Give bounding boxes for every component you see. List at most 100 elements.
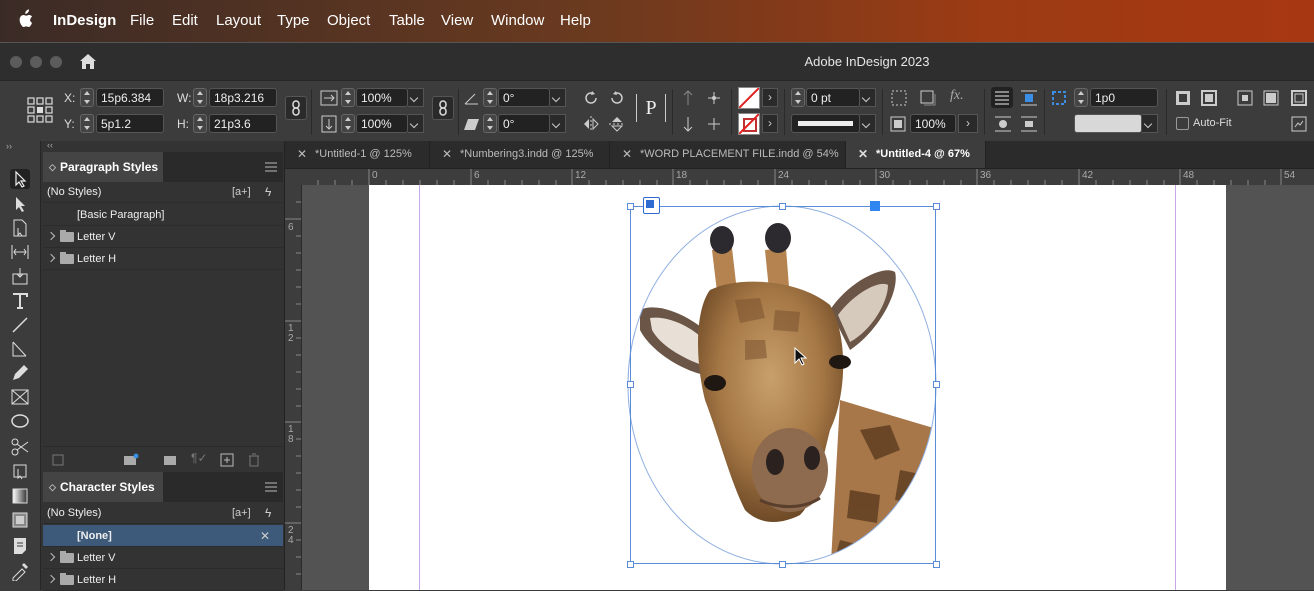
note-tool-icon[interactable] bbox=[10, 536, 30, 556]
resize-handle-bottom-right[interactable] bbox=[933, 561, 940, 568]
collapse-toolbar-icon[interactable]: ›› bbox=[6, 141, 12, 151]
rotate-dropdown[interactable] bbox=[550, 88, 566, 107]
center-content-icon[interactable] bbox=[1236, 89, 1254, 107]
fill-swatch[interactable] bbox=[738, 87, 760, 109]
stroke-swatch-menu-button[interactable]: › bbox=[762, 114, 778, 133]
auto-fit-checkbox[interactable] bbox=[1176, 117, 1189, 130]
list-item[interactable]: [None] ✕ bbox=[43, 525, 283, 547]
stroke-weight-stepper[interactable] bbox=[791, 88, 805, 107]
gap-tool-icon[interactable] bbox=[10, 242, 30, 262]
gradient-feather-tool-icon[interactable] bbox=[10, 510, 30, 530]
line-tool-icon[interactable] bbox=[10, 315, 30, 335]
resize-handle-left[interactable] bbox=[627, 381, 634, 388]
type-tool-icon[interactable] bbox=[10, 291, 30, 311]
frame-fitting-dropdown[interactable] bbox=[1142, 114, 1158, 133]
content-grabber-icon[interactable] bbox=[643, 197, 660, 214]
w-stepper[interactable] bbox=[193, 88, 207, 107]
select-next-object-icon[interactable] bbox=[705, 115, 723, 133]
text-wrap-bounding-icon[interactable] bbox=[1020, 89, 1038, 107]
frame-fitting-field[interactable] bbox=[1074, 114, 1142, 133]
expand-chevron-icon[interactable] bbox=[46, 552, 56, 562]
constrain-proportions-button[interactable] bbox=[285, 96, 307, 120]
selection-bounding-box[interactable] bbox=[630, 206, 936, 564]
list-item[interactable]: Letter H bbox=[43, 569, 283, 591]
close-tab-icon[interactable]: ✕ bbox=[297, 141, 307, 168]
new-group-folder-icon[interactable] bbox=[123, 453, 139, 467]
panel-menu-icon[interactable] bbox=[265, 482, 277, 492]
stroke-swatch[interactable] bbox=[738, 113, 760, 135]
doc-tab-numbering3[interactable]: ✕ *Numbering3.indd @ 125% bbox=[430, 141, 610, 168]
menu-layout[interactable]: Layout bbox=[216, 12, 261, 29]
y-field[interactable]: 5p1.2 bbox=[96, 114, 164, 133]
edit-style-icon[interactable]: ✕ bbox=[260, 525, 270, 547]
panel-menu-icon[interactable] bbox=[265, 162, 277, 172]
w-field[interactable]: 18p3.216 bbox=[209, 88, 277, 107]
h-field[interactable]: 21p3.6 bbox=[209, 114, 277, 133]
close-tab-icon[interactable]: ✕ bbox=[858, 141, 868, 168]
clear-overrides-icon[interactable]: ¶✓ bbox=[191, 451, 208, 465]
fit-content-proportionally-icon[interactable] bbox=[1290, 89, 1308, 107]
list-item[interactable]: Letter H bbox=[43, 248, 283, 270]
folder-icon[interactable] bbox=[163, 453, 177, 467]
rotate-clockwise-icon[interactable] bbox=[582, 89, 600, 107]
create-style-from-selection-icon[interactable]: [a+] bbox=[232, 502, 251, 524]
live-corners-handle[interactable] bbox=[870, 201, 880, 211]
menu-table[interactable]: Table bbox=[389, 12, 425, 29]
doc-tab-untitled-4[interactable]: ✕ *Untitled-4 @ 67% bbox=[846, 141, 986, 168]
menu-type[interactable]: Type bbox=[277, 12, 310, 29]
paragraph-p-icon[interactable]: P bbox=[636, 94, 666, 122]
pencil-tool-icon[interactable] bbox=[10, 363, 30, 383]
stroke-type-field[interactable] bbox=[791, 114, 860, 133]
trash-icon[interactable] bbox=[247, 453, 261, 467]
content-collector-icon[interactable] bbox=[10, 266, 30, 286]
scale-y-field[interactable]: 100% bbox=[356, 114, 408, 133]
gutter-stepper[interactable] bbox=[1074, 88, 1088, 107]
resize-handle-top-right[interactable] bbox=[933, 203, 940, 210]
y-stepper[interactable] bbox=[80, 114, 94, 133]
reference-point-icon[interactable] bbox=[27, 97, 53, 123]
shear-stepper[interactable] bbox=[483, 114, 497, 133]
vertical-ruler[interactable]: 6 1 2 1 8 2 4 bbox=[285, 185, 302, 590]
collapse-panels-icon[interactable]: ‹‹ bbox=[47, 140, 53, 150]
constrain-scale-button[interactable] bbox=[432, 96, 454, 120]
expand-chevron-icon[interactable] bbox=[46, 231, 56, 241]
paragraph-styles-tab[interactable]: ◇ Paragraph Styles bbox=[43, 152, 163, 182]
scale-x-dropdown[interactable] bbox=[408, 88, 424, 107]
resize-handle-top[interactable] bbox=[779, 203, 786, 210]
select-previous-object-icon[interactable] bbox=[705, 89, 723, 107]
menu-help[interactable]: Help bbox=[560, 12, 591, 29]
scale-y-stepper[interactable] bbox=[341, 114, 355, 133]
menu-edit[interactable]: Edit bbox=[172, 12, 198, 29]
resize-handle-bottom[interactable] bbox=[779, 561, 786, 568]
menu-view[interactable]: View bbox=[441, 12, 473, 29]
content-aware-fit-icon[interactable] bbox=[1290, 115, 1308, 133]
select-content-icon[interactable] bbox=[679, 115, 697, 133]
menu-object[interactable]: Object bbox=[327, 12, 370, 29]
rotate-field[interactable]: 0° bbox=[498, 88, 550, 107]
close-tab-icon[interactable]: ✕ bbox=[622, 141, 632, 168]
doc-tab-word-placement[interactable]: ✕ *WORD PLACEMENT FILE.indd @ 54% bbox=[610, 141, 846, 168]
gutter-field[interactable]: 1p0 bbox=[1090, 88, 1158, 107]
page-tool-icon[interactable] bbox=[10, 218, 30, 238]
opacity-field[interactable]: 100% bbox=[910, 114, 956, 133]
direct-selection-icon[interactable] bbox=[10, 194, 30, 214]
shear-dropdown[interactable] bbox=[550, 114, 566, 133]
scale-x-stepper[interactable] bbox=[341, 88, 355, 107]
corner-options-icon[interactable] bbox=[890, 89, 908, 107]
flip-vertical-icon[interactable] bbox=[608, 115, 626, 133]
selection-tool[interactable] bbox=[10, 169, 30, 189]
load-styles-icon[interactable] bbox=[51, 453, 65, 467]
rotate-stepper[interactable] bbox=[483, 88, 497, 107]
text-wrap-none-button[interactable] bbox=[991, 87, 1013, 108]
menu-file[interactable]: File bbox=[130, 12, 154, 29]
horizontal-ruler[interactable]: 0 6 12 18 24 30 36 42 48 54 bbox=[285, 169, 1314, 186]
x-field[interactable]: 15p6.384 bbox=[96, 88, 164, 107]
h-stepper[interactable] bbox=[193, 114, 207, 133]
ruler-origin[interactable] bbox=[285, 169, 301, 185]
resize-handle-right[interactable] bbox=[933, 381, 940, 388]
lightning-icon[interactable]: ϟ bbox=[265, 181, 271, 203]
scale-y-dropdown[interactable] bbox=[408, 114, 424, 133]
rectangle-frame-tool-icon[interactable] bbox=[10, 387, 30, 407]
gradient-swatch-tool-icon[interactable] bbox=[10, 486, 30, 506]
menu-app-name[interactable]: InDesign bbox=[53, 12, 116, 29]
